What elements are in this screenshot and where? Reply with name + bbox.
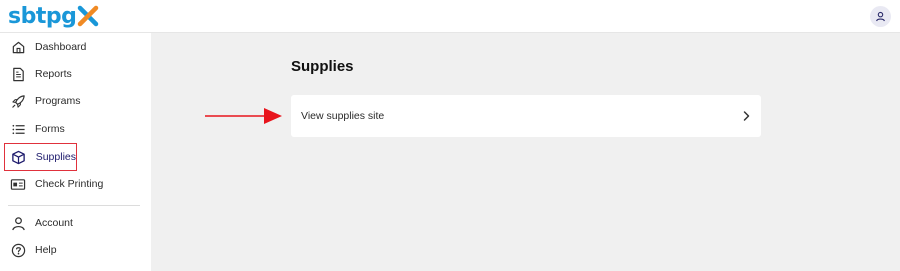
sidebar-item-supplies[interactable]: Supplies [4, 143, 77, 171]
user-icon [10, 215, 26, 231]
sidebar-item-label: Account [35, 217, 73, 229]
sidebar-item-label: Check Printing [35, 178, 104, 190]
page-title: Supplies [291, 58, 354, 75]
sidebar-item-check-printing[interactable]: Check Printing [4, 171, 147, 197]
logo-x-mark-icon [78, 5, 99, 27]
list-icon [10, 121, 26, 137]
rocket-icon [10, 93, 26, 109]
document-icon [10, 66, 26, 82]
main-content: Supplies View supplies site [151, 33, 900, 271]
sidebar-item-label: Reports [35, 68, 72, 80]
sidebar-item-dashboard[interactable]: Dashboard [4, 34, 147, 60]
chevron-right-icon [743, 111, 750, 121]
sidebar-item-programs[interactable]: Programs [4, 88, 147, 114]
card-label: View supplies site [301, 110, 385, 122]
help-icon [10, 242, 26, 258]
check-printer-icon [10, 176, 26, 192]
sbtpg-logo[interactable]: sbtpg [8, 3, 99, 29]
sidebar-item-reports[interactable]: Reports [4, 61, 147, 87]
home-icon [10, 39, 26, 55]
annotation-arrow-icon [205, 108, 282, 124]
sidebar-item-label: Forms [35, 123, 65, 135]
sidebar: Dashboard Reports Programs Forms Supplie… [0, 33, 151, 271]
box-icon [11, 149, 27, 165]
logo-text: sbtpg [8, 3, 77, 29]
sidebar-item-label: Dashboard [35, 41, 87, 53]
sidebar-item-label: Help [35, 244, 57, 256]
sidebar-item-help[interactable]: Help [4, 237, 147, 263]
sidebar-item-label: Supplies [35, 151, 76, 163]
user-avatar[interactable] [870, 6, 891, 27]
sidebar-item-forms[interactable]: Forms [4, 116, 147, 142]
top-bar: sbtpg [0, 0, 900, 33]
sidebar-divider [8, 205, 140, 206]
view-supplies-site-link[interactable]: View supplies site [291, 95, 761, 137]
user-icon [876, 11, 885, 22]
sidebar-item-account[interactable]: Account [4, 210, 147, 236]
sidebar-item-label: Programs [35, 95, 81, 107]
